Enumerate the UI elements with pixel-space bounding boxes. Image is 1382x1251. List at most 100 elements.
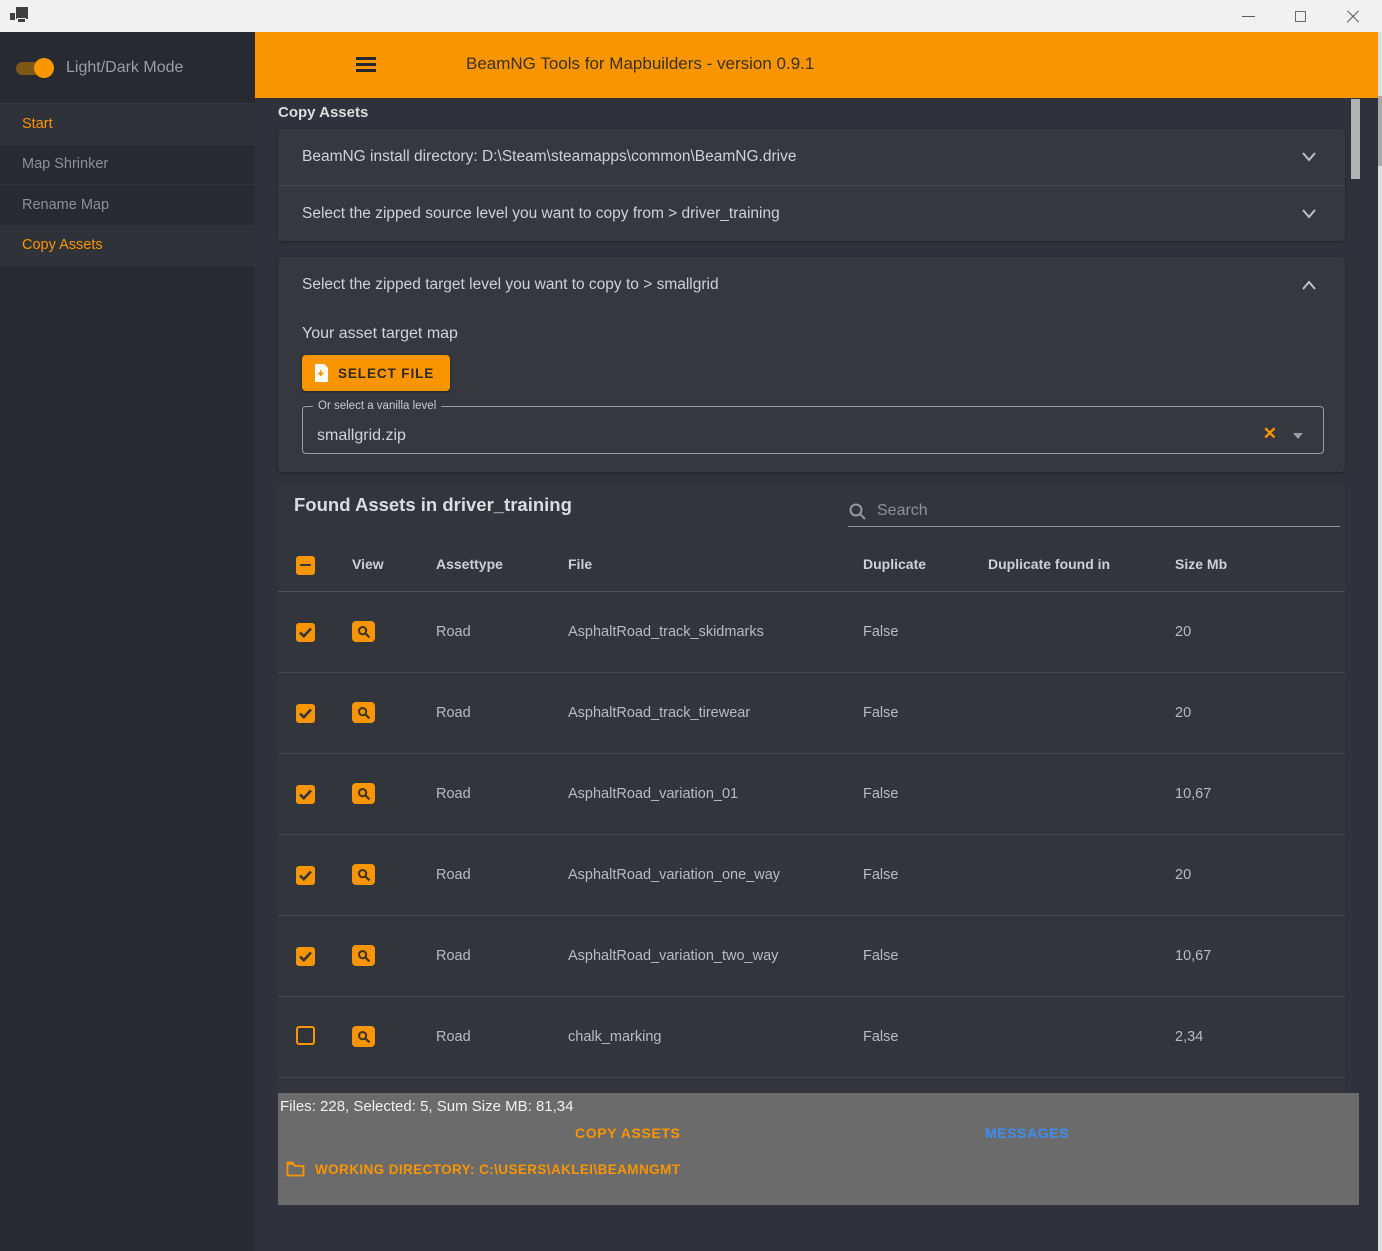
theme-toggle-row: Light/Dark Mode	[0, 32, 255, 103]
panel-install-directory[interactable]: BeamNG install directory: D:\Steam\steam…	[278, 129, 1345, 185]
light-dark-toggle[interactable]	[16, 57, 54, 78]
magnifier-icon	[357, 706, 370, 719]
close-button[interactable]	[1326, 0, 1378, 32]
row-checkbox[interactable]	[296, 1025, 315, 1045]
column-size-mb: Size Mb	[1175, 556, 1228, 572]
view-button[interactable]	[352, 1026, 375, 1048]
size-cell: 10,67	[1175, 948, 1212, 964]
sidebar-item-start[interactable]: Start	[0, 104, 255, 145]
titlebar	[0, 0, 1382, 32]
copy-assets-button[interactable]: COPY ASSETS	[575, 1125, 680, 1141]
table-row: Road AsphaltRoad_track_tirewear False 20	[278, 673, 1345, 754]
column-view: View	[352, 556, 384, 572]
table-row: Road AsphaltRoad_track_skidmarks False 2…	[278, 592, 1345, 673]
minimize-button[interactable]	[1222, 0, 1274, 32]
working-directory[interactable]: WORKING DIRECTORY: C:\USERS\AKLEI\BEAMNG…	[286, 1161, 680, 1177]
magnifier-icon	[357, 1030, 370, 1043]
magnifier-icon	[357, 868, 370, 881]
view-button[interactable]	[352, 621, 375, 643]
magnifier-icon	[357, 625, 370, 638]
status-footer: Files: 228, Selected: 5, Sum Size MB: 81…	[278, 1093, 1359, 1205]
found-assets-card: Found Assets in driver_training View Ass…	[278, 482, 1345, 1159]
assettype-cell: Road	[436, 948, 471, 964]
assettype-cell: Road	[436, 705, 471, 721]
clear-selection-icon[interactable]: ✕	[1263, 424, 1277, 444]
folder-icon	[286, 1161, 305, 1177]
app-window-icon	[9, 7, 29, 26]
panel-source-level[interactable]: Select the zipped source level you want …	[278, 185, 1345, 241]
row-checkbox[interactable]	[296, 703, 315, 723]
table-row: Road AsphaltRoad_variation_one_way False…	[278, 835, 1345, 916]
dropdown-caret-icon[interactable]	[1293, 433, 1303, 439]
magnifier-icon	[357, 787, 370, 800]
view-button[interactable]	[352, 783, 375, 805]
toggle-knob-icon	[34, 57, 54, 78]
row-checkbox[interactable]	[296, 946, 315, 966]
panel-target-level-label: Select the zipped target level you want …	[302, 276, 719, 293]
size-cell: 20	[1175, 624, 1192, 640]
vanilla-level-select[interactable]: Or select a vanilla level smallgrid.zip …	[302, 400, 1324, 454]
view-button[interactable]	[352, 864, 375, 886]
select-file-label: SELECT FILE	[338, 365, 435, 381]
table-row: Road chalk_marking False 2,34	[278, 997, 1345, 1078]
duplicate-cell: False	[863, 786, 899, 802]
expansion-panels: BeamNG install directory: D:\Steam\steam…	[278, 129, 1345, 241]
menu-icon[interactable]	[354, 53, 378, 77]
sidebar-item-rename-map[interactable]: Rename Map	[0, 185, 255, 226]
table-row: Road AsphaltRoad_variation_01 False 10,6…	[278, 754, 1345, 835]
panel-target-level-body: Your asset target map SELECT FILE Or sel…	[278, 313, 1345, 454]
assettype-cell: Road	[436, 624, 471, 640]
main-area: BeamNG Tools for Mapbuilders - version 0…	[255, 32, 1382, 1251]
maximize-button[interactable]	[1274, 0, 1326, 32]
found-assets-heading: Found Assets in driver_training	[294, 494, 572, 515]
row-checkbox[interactable]	[296, 865, 315, 885]
vanilla-level-value: smallgrid.zip	[317, 427, 406, 444]
column-duplicate-found-in: Duplicate found in	[988, 556, 1111, 572]
app-header: BeamNG Tools for Mapbuilders - version 0…	[255, 32, 1380, 98]
chevron-down-icon	[1302, 208, 1316, 219]
select-file-button[interactable]: SELECT FILE	[302, 355, 451, 391]
app-title: BeamNG Tools for Mapbuilders - version 0…	[466, 54, 815, 73]
minimize-icon	[1241, 15, 1255, 17]
search-input[interactable]	[877, 502, 1340, 520]
assettype-cell: Road	[436, 786, 471, 802]
column-assettype: Assettype	[436, 556, 503, 572]
duplicate-cell: False	[863, 705, 899, 721]
asset-target-map-label: Your asset target map	[302, 325, 458, 342]
table-row: Road AsphaltRoad_variation_two_way False…	[278, 916, 1345, 997]
assettype-cell: Road	[436, 1029, 471, 1045]
row-checkbox[interactable]	[296, 784, 315, 804]
file-select-icon	[315, 364, 328, 382]
page-title: Copy Assets	[278, 104, 369, 121]
messages-button[interactable]: MESSAGES	[985, 1125, 1069, 1141]
scrollbar-thumb[interactable]	[1351, 99, 1360, 179]
duplicate-cell: False	[863, 1029, 899, 1045]
working-directory-label: WORKING DIRECTORY: C:\USERS\AKLEI\BEAMNG…	[315, 1161, 681, 1177]
size-cell: 20	[1175, 867, 1192, 883]
chevron-down-icon	[1302, 152, 1316, 162]
size-cell: 20	[1175, 705, 1192, 721]
window-scrollbar[interactable]	[1378, 32, 1382, 1251]
view-button[interactable]	[352, 702, 375, 724]
sidebar: Light/Dark Mode Start Map Shrinker Rename …	[0, 32, 255, 1251]
search-icon	[849, 503, 866, 520]
sidebar-item-copy-assets[interactable]: Copy Assets	[0, 225, 255, 266]
panel-target-level-header[interactable]: Select the zipped target level you want …	[278, 257, 1345, 313]
duplicate-cell: False	[863, 624, 899, 640]
duplicate-cell: False	[863, 867, 899, 883]
sidebar-item-map-shrinker[interactable]: Map Shrinker	[0, 145, 255, 185]
chevron-up-icon	[1302, 280, 1316, 290]
row-checkbox[interactable]	[296, 622, 315, 642]
panel-target-level: Select the zipped target level you want …	[278, 257, 1345, 472]
panel-install-directory-label: BeamNG install directory: D:\Steam\steam…	[302, 148, 797, 165]
window-controls	[1222, 0, 1378, 32]
vanilla-level-label: Or select a vanilla level	[318, 400, 437, 412]
view-button[interactable]	[352, 945, 375, 967]
select-all-checkbox[interactable]	[296, 555, 315, 575]
column-duplicate: Duplicate	[863, 556, 927, 572]
panel-source-level-label: Select the zipped source level you want …	[302, 204, 780, 222]
size-cell: 2,34	[1175, 1029, 1204, 1045]
content: Copy Assets BeamNG install directory: D:…	[278, 98, 1345, 1159]
table-body: Road AsphaltRoad_track_skidmarks False 2…	[278, 592, 1345, 1159]
app-window: Light/Dark Mode Start Map Shrinker Rename …	[0, 0, 1382, 1251]
